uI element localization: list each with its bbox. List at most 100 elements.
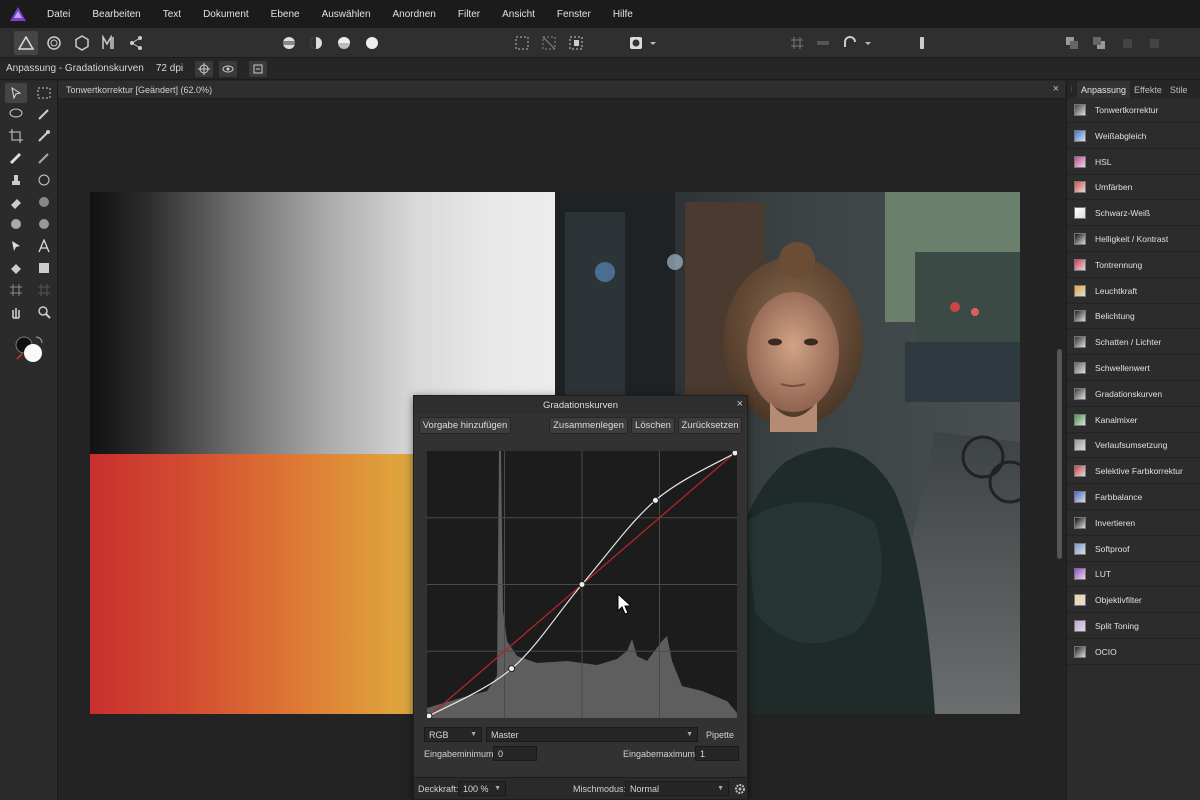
adjustment-item-tontrennung[interactable]: Tontrennung	[1067, 253, 1200, 278]
adjustment-item-schwellenwert[interactable]: Schwellenwert	[1067, 356, 1200, 381]
adjustment-item-objektivfilter[interactable]: Objektivfilter	[1067, 588, 1200, 614]
input-max-field[interactable]: 1	[695, 746, 739, 761]
menu-text[interactable]: Text	[152, 9, 192, 20]
add-preset-button[interactable]: Vorgabe hinzufügen	[419, 417, 511, 434]
menu-fenster[interactable]: Fenster	[546, 9, 602, 20]
arrange-back-icon[interactable]	[1060, 31, 1084, 55]
inpainting-brush-icon[interactable]	[33, 192, 55, 212]
adjustment-item-verlaufsumsetzung[interactable]: Verlaufsumsetzung	[1067, 433, 1200, 459]
node-tool-icon[interactable]	[5, 236, 27, 256]
curves-title-bar[interactable]: Gradationskurven ×	[414, 396, 747, 414]
grid-snap-icon[interactable]	[785, 31, 809, 55]
photo-persona-icon[interactable]	[14, 31, 38, 55]
menu-anordnen[interactable]: Anordnen	[382, 9, 447, 20]
fill-tool-icon[interactable]	[5, 258, 27, 278]
adjustment-item-umfärben[interactable]: Umfärben	[1067, 175, 1200, 201]
blur-brush-icon[interactable]	[5, 214, 27, 234]
freehand-selection-icon[interactable]	[5, 104, 27, 124]
zoom-tool-icon[interactable]	[33, 302, 55, 322]
auto-contrast-icon[interactable]	[304, 31, 328, 55]
hand-tool-icon[interactable]	[5, 302, 27, 322]
adjustment-item-split-toning[interactable]: Split Toning	[1067, 614, 1200, 639]
menu-auswaehlen[interactable]: Auswählen	[311, 9, 382, 20]
liquify-persona-icon[interactable]	[42, 31, 66, 55]
blend-mode-select[interactable]: Normal ▼	[625, 781, 729, 796]
menu-ansicht[interactable]: Ansicht	[491, 9, 546, 20]
reset-button[interactable]: Zurücksetzen	[678, 417, 742, 434]
adjustment-item-schatten-lichter[interactable]: Schatten / Lichter	[1067, 330, 1200, 356]
move-tool-icon[interactable]	[5, 83, 27, 103]
quick-mask-icon[interactable]	[624, 31, 648, 55]
tab-stile[interactable]: Stile	[1166, 81, 1192, 98]
text-tool-icon[interactable]	[33, 236, 55, 256]
select-all-icon[interactable]	[510, 31, 534, 55]
quick-mask-dropdown-icon[interactable]	[647, 31, 659, 55]
adjustment-item-invertieren[interactable]: Invertieren	[1067, 511, 1200, 536]
invert-selection-icon[interactable]	[564, 31, 588, 55]
adjustment-item-tonwertkorrektur[interactable]: Tonwertkorrektur	[1067, 98, 1200, 123]
crop-tool-icon[interactable]	[5, 126, 27, 146]
adjustment-item-leuchtkraft[interactable]: Leuchtkraft	[1067, 279, 1200, 304]
colorspace-select[interactable]: RGB ▼	[424, 727, 482, 742]
curve-control-point[interactable]	[731, 449, 739, 457]
tab-anpassung[interactable]: Anpassung	[1077, 81, 1131, 98]
panel-grip-icon[interactable]: ⁝	[1067, 84, 1077, 95]
adjustment-item-kanalmixer[interactable]: Kanalmixer	[1067, 408, 1200, 433]
adjustment-item-ocio[interactable]: OCIO	[1067, 640, 1200, 665]
close-document-icon[interactable]: ×	[1053, 83, 1059, 95]
adjustment-item-weißabgleich[interactable]: Weißabgleich	[1067, 124, 1200, 149]
adjustment-item-selektive-farbkorrektur[interactable]: Selektive Farbkorrektur	[1067, 459, 1200, 485]
menu-filter[interactable]: Filter	[447, 9, 491, 20]
paint-brush-icon[interactable]	[5, 148, 27, 168]
adjustment-item-belichtung[interactable]: Belichtung	[1067, 304, 1200, 330]
menu-datei[interactable]: Datei	[36, 9, 81, 20]
channel-select[interactable]: Master ▼	[486, 727, 698, 742]
tone-mapping-persona-icon[interactable]	[97, 31, 121, 55]
adjustment-item-softproof[interactable]: Softproof	[1067, 537, 1200, 562]
menu-hilfe[interactable]: Hilfe	[602, 9, 644, 20]
selection-brush-icon[interactable]	[33, 104, 55, 124]
export-persona-icon[interactable]	[124, 31, 148, 55]
menu-dokument[interactable]: Dokument	[192, 9, 260, 20]
pixel-brush-icon[interactable]	[33, 148, 55, 168]
adjustment-item-helligkeit-kontrast[interactable]: Helligkeit / Kontrast	[1067, 227, 1200, 252]
opacity-field[interactable]: 100 % ▼	[458, 781, 506, 796]
adjustment-item-gradationskurven[interactable]: Gradationskurven	[1067, 382, 1200, 407]
adjustment-item-farbbalance[interactable]: Farbbalance	[1067, 485, 1200, 510]
eraser-icon[interactable]	[5, 192, 27, 212]
snapping-icon[interactable]	[838, 31, 862, 55]
adjustment-item-hsl[interactable]: HSL	[1067, 150, 1200, 175]
adjustment-item-schwarz-weiß[interactable]: Schwarz-Weiß	[1067, 201, 1200, 227]
close-dialog-icon[interactable]: ×	[737, 398, 743, 410]
tab-effekte[interactable]: Effekte	[1130, 81, 1166, 98]
deselect-icon[interactable]	[537, 31, 561, 55]
auto-levels-icon[interactable]	[277, 31, 301, 55]
adjustment-item-lut[interactable]: LUT	[1067, 562, 1200, 588]
canvas-scrollbar[interactable]	[1057, 349, 1062, 559]
rectangle-tool-icon[interactable]	[33, 258, 55, 278]
curve-control-point[interactable]	[651, 496, 659, 504]
mesh-warp-icon[interactable]	[5, 280, 27, 300]
smudge-brush-icon[interactable]	[33, 214, 55, 234]
clone-stamp-icon[interactable]	[5, 170, 27, 190]
auto-colors-icon[interactable]	[332, 31, 356, 55]
delete-button[interactable]: Löschen	[631, 417, 675, 434]
color-swatches-icon[interactable]	[14, 334, 46, 366]
arrange-bottom-icon[interactable]	[1142, 31, 1166, 55]
preview-eye-icon[interactable]	[219, 60, 238, 77]
develop-persona-icon[interactable]	[70, 31, 94, 55]
menu-bearbeiten[interactable]: Bearbeiten	[81, 9, 151, 20]
align-icon[interactable]	[811, 31, 835, 55]
auto-white-balance-icon[interactable]	[360, 31, 384, 55]
menu-ebene[interactable]: Ebene	[260, 9, 311, 20]
reset-adjustment-icon[interactable]	[249, 60, 268, 77]
arrange-forward-icon[interactable]	[1087, 31, 1111, 55]
gear-icon[interactable]	[734, 783, 746, 795]
color-picker-icon[interactable]	[33, 126, 55, 146]
dodge-tool-icon[interactable]	[33, 170, 55, 190]
picker-button[interactable]: Pipette	[706, 730, 734, 740]
arrange-front-icon[interactable]	[1115, 31, 1139, 55]
perspective-tool-icon[interactable]	[33, 280, 55, 300]
document-tab[interactable]: Tonwertkorrektur [Geändert] (62.0%) ×	[58, 81, 1065, 99]
curves-graph[interactable]	[425, 449, 739, 720]
